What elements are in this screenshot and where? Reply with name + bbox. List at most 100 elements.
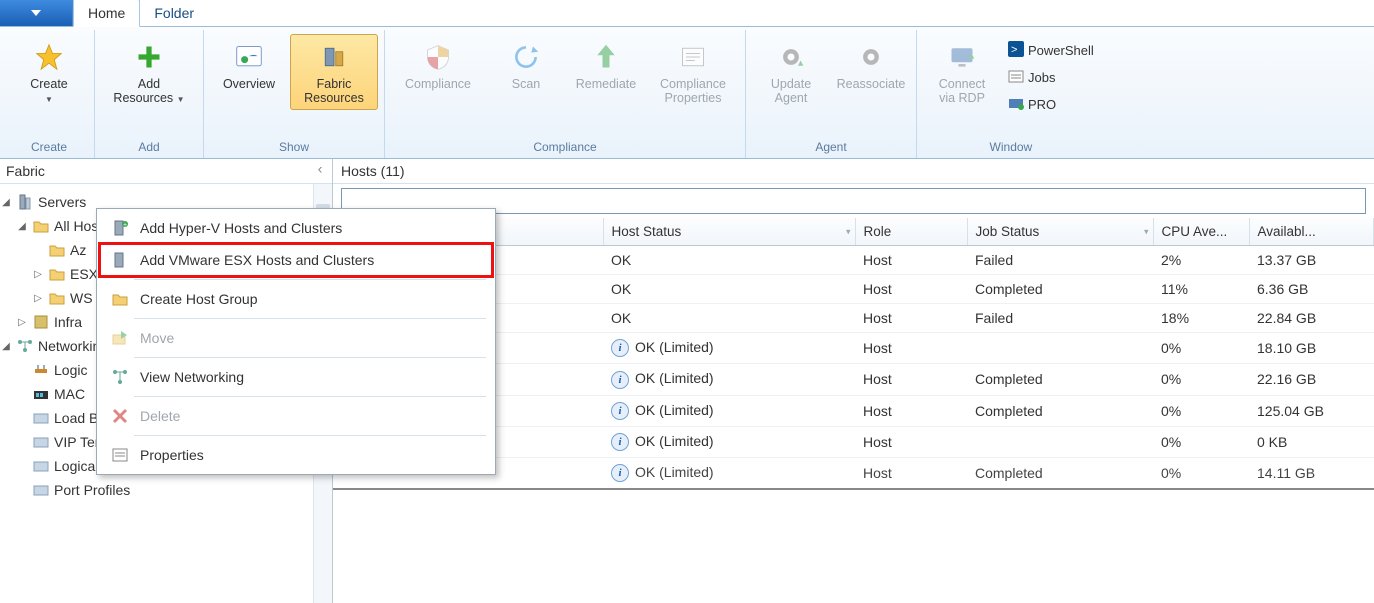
expander-icon[interactable]: ▷	[32, 293, 44, 304]
tree-label: Port Profiles	[54, 482, 130, 498]
column-header[interactable]: Availabl...	[1249, 218, 1374, 246]
cell-role: Host	[855, 395, 967, 426]
pro-label: PRO	[1028, 97, 1056, 112]
create-button[interactable]: Create▼	[10, 34, 88, 112]
column-label: CPU Ave...	[1162, 224, 1228, 239]
star-icon	[31, 39, 67, 75]
cell-avail: 18.10 GB	[1249, 333, 1374, 364]
reassociate-button[interactable]: Reassociate	[832, 34, 910, 96]
ribbon: Create▼ Create Add Resources ▼ Add Overv…	[0, 27, 1374, 159]
compliance-properties-button[interactable]: Compliance Properties	[647, 34, 739, 110]
menu-item-add-hyperv[interactable]: +Add Hyper-V Hosts and Clusters	[100, 212, 492, 244]
overview-button[interactable]: Overview	[210, 34, 288, 96]
cell-cpu: 0%	[1153, 333, 1249, 364]
cell-status: OK	[603, 246, 855, 275]
powershell-label: PowerShell	[1028, 43, 1094, 58]
info-icon: i	[611, 464, 629, 482]
connect-rdp-label: Connect via RDP	[939, 77, 986, 105]
cell-job: Failed	[967, 246, 1153, 275]
cell-avail: 125.04 GB	[1249, 395, 1374, 426]
powershell-button[interactable]: > PowerShell	[1003, 38, 1099, 63]
menu-icon	[110, 289, 130, 309]
tree-label: WS	[70, 290, 93, 306]
tree-icon	[32, 457, 50, 475]
menu-icon	[110, 406, 130, 426]
remediate-label: Remediate	[576, 77, 636, 91]
column-header[interactable]: Role	[855, 218, 967, 246]
remediate-button[interactable]: Remediate	[567, 34, 645, 96]
info-icon: i	[611, 371, 629, 389]
jobs-label: Jobs	[1028, 70, 1055, 85]
cell-avail: 0 KB	[1249, 426, 1374, 457]
column-label: Job Status	[976, 224, 1040, 239]
menu-label: View Networking	[140, 369, 244, 385]
menu-item-delete: Delete	[100, 400, 492, 432]
expander-icon[interactable]: ◢	[16, 221, 28, 232]
menu-item-view-net[interactable]: View Networking	[100, 361, 492, 393]
scan-button[interactable]: Scan	[487, 34, 565, 96]
cell-status: iOK (Limited)	[603, 395, 855, 426]
scan-label: Scan	[512, 77, 541, 91]
cell-status: iOK (Limited)	[603, 333, 855, 364]
menu-item-add-vmware[interactable]: Add VMware ESX Hosts and Clusters	[100, 244, 492, 276]
reassociate-label: Reassociate	[837, 77, 906, 91]
cell-cpu: 0%	[1153, 458, 1249, 490]
dropdown-arrow-icon: ▼	[45, 95, 53, 104]
tree-node-port-profiles[interactable]: Port Profiles	[0, 478, 332, 502]
tree-icon	[48, 289, 66, 307]
tree-icon	[32, 385, 50, 403]
compliance-label: Compliance	[405, 77, 471, 91]
connect-rdp-button[interactable]: Connect via RDP	[923, 34, 1001, 110]
cell-status: iOK (Limited)	[603, 364, 855, 395]
overview-label: Overview	[223, 77, 275, 91]
menu-icon: +	[110, 218, 130, 238]
jobs-button[interactable]: Jobs	[1003, 65, 1099, 90]
cell-job	[967, 426, 1153, 457]
update-agent-button[interactable]: Update Agent	[752, 34, 830, 110]
info-icon: i	[611, 339, 629, 357]
tree-icon	[32, 361, 50, 379]
column-header[interactable]: Host Status▾	[603, 218, 855, 246]
column-header[interactable]: Job Status ▾	[967, 218, 1153, 246]
menu-separator	[134, 318, 486, 319]
menu-item-create-hg[interactable]: Create Host Group	[100, 283, 492, 315]
sidebar-collapse-button[interactable]: ›	[314, 165, 326, 177]
menu-icon	[110, 445, 130, 465]
column-header[interactable]: CPU Ave...	[1153, 218, 1249, 246]
context-menu[interactable]: +Add Hyper-V Hosts and ClustersAdd VMwar…	[96, 208, 496, 475]
expander-icon[interactable]: ▷	[32, 269, 44, 280]
add-resources-label: Add Resources	[113, 77, 173, 105]
chevron-down-icon	[31, 8, 41, 18]
group-label-window: Window	[923, 138, 1099, 158]
expander-icon[interactable]: ◢	[0, 341, 12, 352]
menu-item-move: Move	[100, 322, 492, 354]
gear-icon	[773, 39, 809, 75]
properties-icon	[675, 39, 711, 75]
tab-home[interactable]: Home	[73, 0, 140, 27]
pro-button[interactable]: PRO	[1003, 92, 1099, 117]
menu-separator	[134, 435, 486, 436]
group-label-agent: Agent	[752, 138, 910, 158]
expander-icon[interactable]: ◢	[0, 197, 12, 208]
cell-status: iOK (Limited)	[603, 458, 855, 490]
app-menu-button[interactable]	[0, 0, 73, 26]
menu-icon	[110, 250, 130, 270]
add-resources-button[interactable]: Add Resources ▼	[101, 34, 197, 112]
cell-cpu: 0%	[1153, 364, 1249, 395]
compliance-button[interactable]: Compliance	[391, 34, 485, 96]
fabric-resources-label: Fabric Resources	[304, 77, 364, 105]
tab-folder[interactable]: Folder	[140, 0, 208, 26]
fabric-resources-button[interactable]: Fabric Resources	[290, 34, 378, 110]
tree-icon	[16, 337, 34, 355]
expander-icon[interactable]: ▷	[16, 317, 28, 328]
tree-icon	[48, 241, 66, 259]
menu-icon	[110, 367, 130, 387]
menu-item-properties[interactable]: Properties	[100, 439, 492, 471]
arrow-up-icon	[588, 39, 624, 75]
tree-icon	[16, 193, 34, 211]
filter-icon[interactable]: ▾	[846, 226, 851, 237]
cell-role: Host	[855, 426, 967, 457]
cell-job: Failed	[967, 304, 1153, 333]
tree-label: Az	[70, 242, 86, 258]
filter-icon[interactable]: ▾	[1144, 226, 1149, 237]
